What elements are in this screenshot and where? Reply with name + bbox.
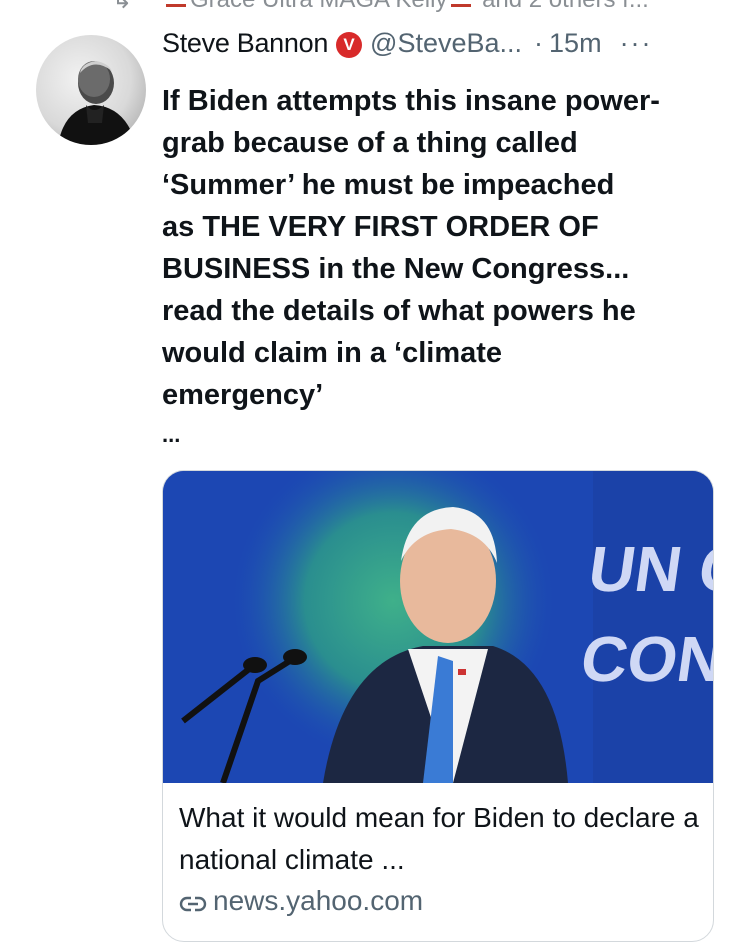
- social-context-names: Grace Ultra MAGA Kelly: [190, 0, 447, 12]
- avatar[interactable]: [36, 35, 146, 145]
- card-photo: UN C CONF: [163, 471, 713, 783]
- author-name[interactable]: Steve Bannon: [162, 28, 328, 58]
- card-image: UN C CONF: [163, 471, 713, 783]
- avatar-photo: [58, 61, 136, 145]
- more-options-icon[interactable]: ···: [620, 28, 653, 58]
- link-preview-card[interactable]: UN C CONF What it would mean for Biden t…: [162, 470, 714, 942]
- card-domain-text: news.yahoo.com: [213, 885, 424, 916]
- link-icon: [179, 889, 207, 921]
- social-context-text: Grace Ultra MAGA Kelly and 2 others f...: [162, 0, 649, 12]
- tweet-text: If Biden attempts this insane power- gra…: [162, 85, 660, 411]
- tweet-header: Steve Bannon V @SteveBa... · 15m ···: [162, 28, 653, 68]
- card-text: What it would mean for Biden to declare …: [179, 797, 699, 921]
- show-more-ellipsis[interactable]: ...: [162, 422, 180, 448]
- social-context[interactable]: ↳ Grace Ultra MAGA Kelly and 2 others f.…: [0, 0, 750, 12]
- card-title[interactable]: What it would mean for Biden to declare …: [179, 797, 699, 881]
- tweet-timestamp[interactable]: 15m: [549, 28, 602, 58]
- separator-dot: ·: [534, 28, 544, 58]
- flag-emoji-icon: [451, 0, 472, 7]
- flag-emoji-icon: [166, 0, 186, 7]
- verified-badge-icon: V: [336, 32, 363, 58]
- card-sign-text-1: UN C: [584, 533, 713, 605]
- retweet-icon: ↳: [112, 0, 132, 12]
- social-context-suffix: and 2 others f...: [482, 0, 649, 12]
- author-handle[interactable]: @SteveBa...: [370, 28, 522, 58]
- card-domain[interactable]: news.yahoo.com: [179, 885, 699, 921]
- card-sign-text-2: CONF: [577, 623, 713, 695]
